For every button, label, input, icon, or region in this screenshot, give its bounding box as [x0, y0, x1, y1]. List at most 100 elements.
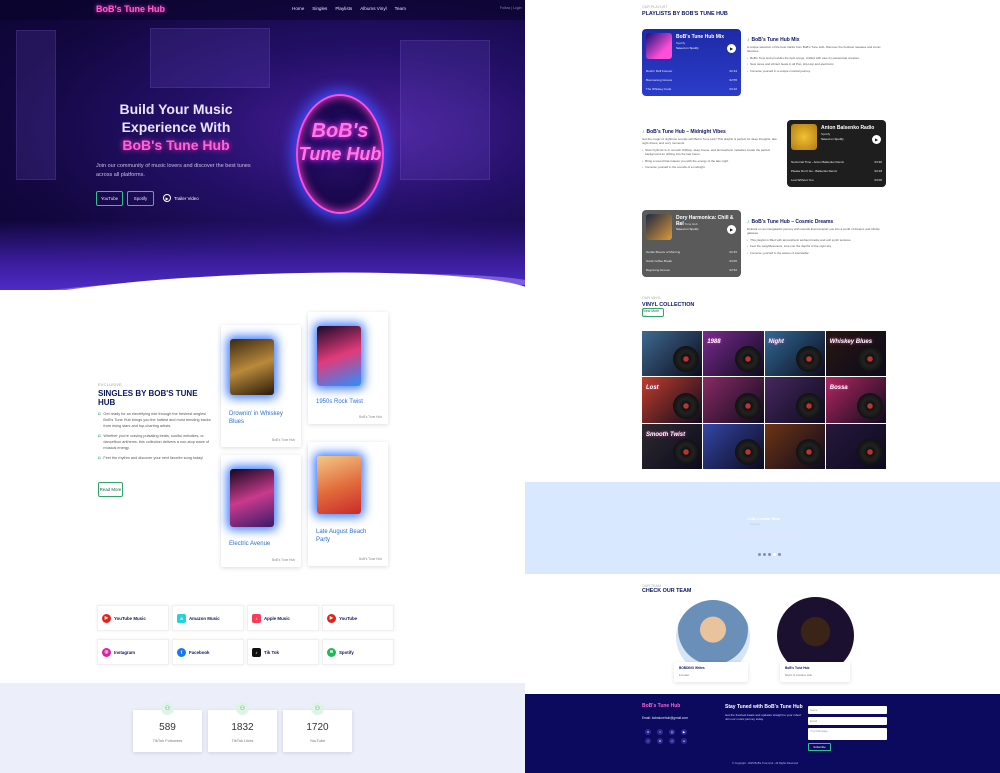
track-row[interactable]: Lost Without You 03:00: [791, 178, 882, 182]
vinyl-tile[interactable]: [703, 377, 764, 423]
track-row[interactable]: Sunlit Coffee Break 03:05: [646, 259, 737, 263]
social-tiktok[interactable]: ♪ Tik Tok: [247, 639, 319, 665]
track-row[interactable]: The Whiskey Code 03:10: [646, 87, 737, 91]
track-name: Rock'n Roll Forever: [646, 69, 673, 73]
vinyl-record-icon: [673, 438, 700, 465]
team-card[interactable]: BoB's Tune Hub Music & Creative Hub: [780, 662, 850, 682]
track-row[interactable]: Boomerang Groove 02:55: [646, 78, 737, 82]
social-apple-music[interactable]: ♪ Apple Music: [247, 605, 319, 631]
nav-singles[interactable]: Singles: [312, 6, 327, 11]
apple-music-icon[interactable]: ♫: [669, 738, 675, 744]
save-on-spotify[interactable]: Saved on Spotify: [676, 46, 699, 50]
vinyl-tile[interactable]: Whiskey Blues: [825, 331, 886, 377]
amazon-music-icon[interactable]: a: [681, 738, 687, 744]
carousel-dot[interactable]: [763, 553, 766, 556]
single-title[interactable]: 1950s Rock Twist: [316, 398, 380, 406]
youtube-button[interactable]: YouTube: [96, 191, 123, 206]
subscribe-button[interactable]: Subscribe: [808, 743, 831, 751]
newsletter-text: Get the freshest beats and updates strai…: [725, 713, 802, 722]
social-instagram[interactable]: ◎ Instagram: [97, 639, 169, 665]
vinyl-tile[interactable]: 1988: [703, 331, 764, 377]
instagram-icon[interactable]: ◎: [669, 729, 675, 735]
single-title[interactable]: Drownin' in Whiskey Blues: [229, 410, 293, 426]
play-icon[interactable]: ▶: [727, 225, 736, 234]
track-row[interactable]: Beginning Groove 02:52: [646, 268, 737, 272]
vinyl-tile[interactable]: Night: [764, 331, 825, 377]
vinyl-tile[interactable]: [764, 377, 825, 423]
nav-albums-vinyl[interactable]: Albums Vinyl: [360, 6, 386, 11]
social-facebook[interactable]: f Facebook: [172, 639, 244, 665]
message-field[interactable]: Your Message: [808, 728, 887, 740]
neon-logo-line2: Tune Hub: [298, 144, 382, 164]
single-card[interactable]: Drownin' in Whiskey Blues BoB's Tune Hub: [221, 325, 301, 447]
vinyl-tile[interactable]: [703, 423, 764, 469]
track-row[interactable]: Gentle Breeze of Morning 02:45: [646, 250, 737, 254]
nav-home[interactable]: Home: [292, 6, 304, 11]
read-more-button[interactable]: Read More: [98, 482, 123, 497]
vinyl-tile[interactable]: [642, 331, 703, 377]
carousel-dot[interactable]: [758, 553, 761, 556]
singles-intro-item: ◘ Get ready for an electrifying ride thr…: [98, 411, 213, 429]
play-icon[interactable]: ▶: [727, 44, 736, 53]
studio-window: [150, 28, 270, 88]
facebook-icon[interactable]: f: [657, 729, 663, 735]
track-row[interactable]: Please Don't Go - Balsenko Remix 03:18: [791, 169, 882, 173]
save-on-spotify[interactable]: Saved on Spotify: [676, 227, 699, 231]
footer-brand[interactable]: BoB's Tune Hub: [642, 703, 680, 709]
nav-playlists[interactable]: Playlists: [335, 6, 352, 11]
twitter-icon[interactable]: ✕: [645, 729, 651, 735]
left-column: BoB's Tune Hub Home Singles Playlists Al…: [0, 0, 525, 773]
vinyl-label: Bossa: [829, 385, 848, 392]
spotify-button[interactable]: Spotify: [127, 191, 154, 206]
playlist-heading: ♪ BoB's Tune Hub – Midnight Vibes: [642, 129, 782, 135]
vinyl-label: Night: [768, 339, 784, 345]
vinyl-tile[interactable]: Lost: [642, 377, 703, 423]
social-spotify[interactable]: ≋ Spotify: [322, 639, 394, 665]
spotify-player-embed[interactable]: Anton Balsenko Radio Spotify Saved on Sp…: [787, 120, 886, 187]
track-row[interactable]: Nocturnal Time - Anton Balsenko Remix 03:…: [791, 160, 882, 164]
trailer-video-link[interactable]: ▶ Trailer Video: [163, 194, 199, 202]
topbar-right[interactable]: Follow | Login: [500, 6, 522, 10]
carousel-dot-active[interactable]: [773, 553, 776, 556]
single-card[interactable]: Late August Beach Party BoB's Tune Hub: [308, 442, 388, 566]
playlist-desc: Get the magic of nighttime sounds with B…: [642, 137, 777, 146]
vinyl-tile[interactable]: [764, 423, 825, 469]
trailer-label: Trailer Video: [174, 195, 199, 201]
view-more-button[interactable]: View More →: [642, 308, 664, 317]
carousel-dot[interactable]: [778, 553, 781, 556]
single-title[interactable]: Electric Avenue: [229, 540, 293, 548]
play-icon[interactable]: ▶: [872, 135, 881, 144]
hero-title-line1: Build Your Music: [119, 101, 233, 117]
email-field[interactable]: Email: [808, 717, 887, 725]
social-amazon-music[interactable]: a Amazon Music: [172, 605, 244, 631]
carousel-dot[interactable]: [768, 553, 771, 556]
spotify-icon: ≋: [327, 647, 336, 657]
vinyl-record-icon: [734, 346, 761, 373]
brand-logo[interactable]: BoB's Tune Hub: [96, 4, 165, 14]
tiktok-icon: ♪: [252, 647, 261, 657]
player-subtitle: Spotify: [676, 41, 686, 45]
track-row[interactable]: Rock'n Roll Forever 02:34: [646, 69, 737, 73]
youtube-icon[interactable]: ▶: [681, 729, 687, 735]
spotify-player-embed[interactable]: Dory Harmonica: Chill & Rel BoB's Tune H…: [642, 210, 741, 277]
vinyl-tile[interactable]: Bossa: [825, 377, 886, 423]
single-card[interactable]: Electric Avenue BoB's Tune Hub: [221, 455, 301, 567]
youtube-music-icon: ▶: [102, 613, 111, 623]
social-youtube-music[interactable]: ▶ YouTube Music: [97, 605, 169, 631]
vinyl-tile[interactable]: Smooth Twist: [642, 423, 703, 469]
tiktok-icon[interactable]: ♪: [645, 738, 651, 744]
spotify-player-embed[interactable]: BoB's Tune Hub Mix Spotify Saved on Spot…: [642, 29, 741, 96]
social-label: Tik Tok: [264, 649, 279, 655]
check-icon: •: [747, 68, 749, 73]
vinyl-tile[interactable]: [825, 423, 886, 469]
footer-email[interactable]: Email: bobstunehub@gmail.com: [642, 716, 688, 720]
playlist-bullet: • This playlist is filled with atmospheri…: [747, 238, 887, 242]
single-card[interactable]: 1950s Rock Twist BoB's Tune Hub: [308, 312, 388, 424]
single-title[interactable]: Late August Beach Party: [316, 528, 380, 544]
social-youtube[interactable]: ▶ YouTube: [322, 605, 394, 631]
team-card[interactable]: BOBDINO Writes Founder: [674, 662, 748, 682]
save-on-spotify[interactable]: Saved on Spotify: [821, 137, 844, 141]
nav-team[interactable]: Team: [395, 6, 406, 11]
name-field[interactable]: Name: [808, 706, 887, 714]
spotify-icon[interactable]: ≋: [657, 738, 663, 744]
